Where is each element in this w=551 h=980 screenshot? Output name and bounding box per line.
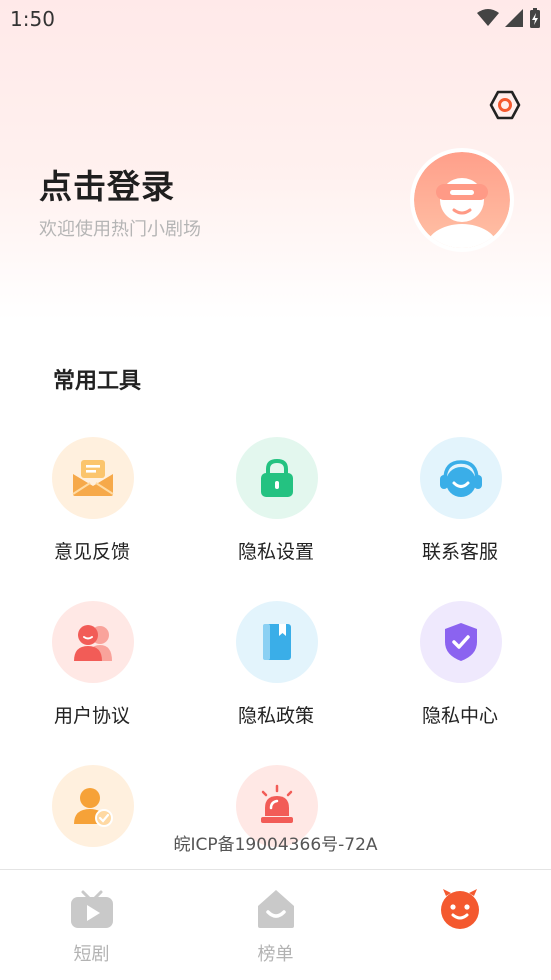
shield-check-icon <box>445 623 477 661</box>
bottom-nav: 短剧 榜单 <box>0 869 551 980</box>
tool-icon-circle <box>52 437 134 519</box>
tool-privacy-center[interactable]: 隐私中心 <box>420 601 551 751</box>
battery-icon <box>530 8 540 28</box>
tool-icon-circle <box>236 601 318 683</box>
profile-smile-icon <box>440 889 479 929</box>
tool-label: 隐私设置 <box>238 541 315 563</box>
nav-label: 短剧 <box>73 944 110 965</box>
tool-privacy-policy[interactable]: 隐私政策 <box>236 601 396 751</box>
nav-icon-wrapper <box>254 886 298 934</box>
avatar[interactable] <box>414 152 510 248</box>
tool-label: 隐私中心 <box>422 705 499 727</box>
settings-button[interactable] <box>488 88 522 122</box>
book-icon <box>263 624 291 660</box>
tool-icon-circle <box>420 437 502 519</box>
nav-tab-profile[interactable] <box>368 870 551 980</box>
nav-icon-wrapper <box>437 886 483 936</box>
nav-icon-wrapper <box>69 886 115 934</box>
login-title[interactable]: 点击登录 <box>39 160 175 208</box>
tool-privacy-settings[interactable]: 隐私设置 <box>236 437 396 587</box>
nav-tab-short-drama[interactable]: 短剧 <box>0 870 183 980</box>
nav-tab-ranking[interactable]: 榜单 <box>184 870 367 980</box>
alarm-siren-icon <box>261 784 293 823</box>
tools-section-title: 常用工具 <box>53 369 142 394</box>
tool-icon-circle <box>236 437 318 519</box>
login-subtitle: 欢迎使用热门小剧场 <box>39 219 201 240</box>
tool-customer-service[interactable]: 联系客服 <box>420 437 551 587</box>
lock-icon <box>261 458 293 497</box>
gear-icon <box>489 90 521 120</box>
feedback-envelope-icon <box>72 460 114 496</box>
tv-play-icon <box>70 890 113 928</box>
tool-user-agreement[interactable]: 用户协议 <box>52 601 212 751</box>
tool-label: 隐私政策 <box>238 705 315 727</box>
icp-license-text[interactable]: 皖ICP备19004366号-72A <box>0 830 551 855</box>
status-bar: 1:50 <box>0 0 551 38</box>
tool-label: 联系客服 <box>422 541 499 563</box>
status-icons <box>477 8 541 28</box>
tool-label: 用户协议 <box>54 705 131 727</box>
wifi-icon <box>477 9 499 26</box>
users-icon <box>74 625 112 661</box>
user-verified-icon <box>74 788 113 827</box>
default-avatar-icon <box>414 152 510 248</box>
signal-icon <box>505 9 523 27</box>
tool-icon-circle <box>420 601 502 683</box>
status-time: 1:50 <box>10 7 55 31</box>
tool-feedback[interactable]: 意见反馈 <box>52 437 212 587</box>
nav-label: 榜单 <box>257 944 294 965</box>
tool-icon-circle <box>52 601 134 683</box>
headset-icon <box>440 460 482 497</box>
tool-label: 意见反馈 <box>54 541 131 563</box>
house-smile-icon <box>257 890 294 928</box>
